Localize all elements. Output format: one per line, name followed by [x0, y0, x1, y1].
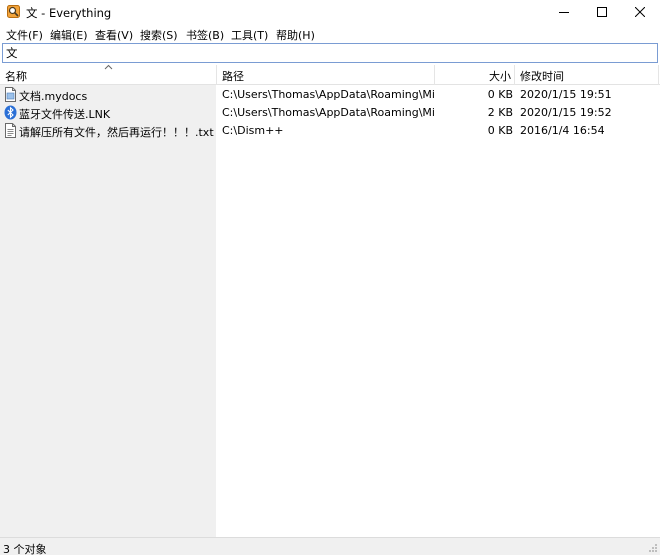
- maximize-button[interactable]: [583, 0, 621, 24]
- status-object-count: 3 个对象: [3, 543, 47, 555]
- document-file-icon: [5, 87, 16, 102]
- menu-help[interactable]: 帮助(H): [276, 27, 315, 43]
- table-row[interactable]: 请解压所有文件，然后再运行！！！.txt C:\Dism++ 0 KB 2016…: [0, 122, 660, 140]
- column-divider[interactable]: [434, 65, 435, 85]
- everything-magnifier-icon: [7, 5, 20, 18]
- title-bar: 文 - Everything: [0, 0, 660, 24]
- column-header-name[interactable]: 名称: [5, 68, 27, 84]
- file-date: 2020/1/15 19:51: [520, 88, 612, 101]
- menu-bookmarks[interactable]: 书签(B): [186, 27, 224, 43]
- menu-search[interactable]: 搜索(S): [140, 27, 178, 43]
- menu-bar: 文件(F) 编辑(E) 查看(V) 搜索(S) 书签(B) 工具(T) 帮助(H…: [0, 24, 660, 43]
- file-size: 0 KB: [487, 124, 513, 137]
- menu-edit[interactable]: 编辑(E): [50, 27, 88, 43]
- table-row[interactable]: 文档.mydocs C:\Users\Thomas\AppData\Roamin…: [0, 86, 660, 104]
- file-size: 0 KB: [487, 88, 513, 101]
- column-divider[interactable]: [216, 65, 217, 85]
- maximize-icon: [597, 7, 607, 17]
- menu-tools[interactable]: 工具(T): [231, 27, 268, 43]
- column-divider[interactable]: [514, 65, 515, 85]
- column-header-row: 名称 路径 大小 修改时间: [0, 64, 660, 85]
- file-path: C:\Dism++: [222, 124, 284, 137]
- file-name: 蓝牙文件传送.LNK: [19, 108, 111, 121]
- file-path: C:\Users\Thomas\AppData\Roaming\Mic...: [222, 106, 434, 119]
- file-name: 文档.mydocs: [19, 90, 88, 103]
- column-header-date[interactable]: 修改时间: [520, 68, 564, 84]
- results-list[interactable]: [216, 85, 660, 537]
- column-header-size[interactable]: 大小: [489, 68, 511, 84]
- search-input[interactable]: [6, 45, 646, 61]
- minimize-icon: [559, 12, 569, 13]
- file-path: C:\Users\Thomas\AppData\Roaming\Mic...: [222, 88, 434, 101]
- search-box: [2, 43, 658, 63]
- column-header-path[interactable]: 路径: [222, 68, 244, 84]
- table-row[interactable]: 蓝牙文件传送.LNK C:\Users\Thomas\AppData\Roami…: [0, 104, 660, 122]
- file-date: 2020/1/15 19:52: [520, 106, 612, 119]
- sort-ascending-icon: [104, 64, 113, 70]
- minimize-button[interactable]: [545, 0, 583, 24]
- menu-file[interactable]: 文件(F): [6, 27, 43, 43]
- bluetooth-icon: [4, 105, 17, 120]
- close-icon: [635, 7, 645, 17]
- resize-grip-icon[interactable]: [648, 543, 658, 553]
- file-name: 请解压所有文件，然后再运行！！！.txt: [19, 126, 214, 139]
- file-size: 2 KB: [487, 106, 513, 119]
- close-button[interactable]: [621, 0, 659, 24]
- file-date: 2016/1/4 16:54: [520, 124, 605, 137]
- column-divider[interactable]: [658, 65, 659, 85]
- window-title: 文 - Everything: [26, 6, 112, 20]
- status-bar: 3 个对象: [0, 537, 660, 555]
- menu-view[interactable]: 查看(V): [95, 27, 133, 43]
- text-file-icon: [5, 123, 16, 138]
- name-column-pane: [0, 85, 216, 537]
